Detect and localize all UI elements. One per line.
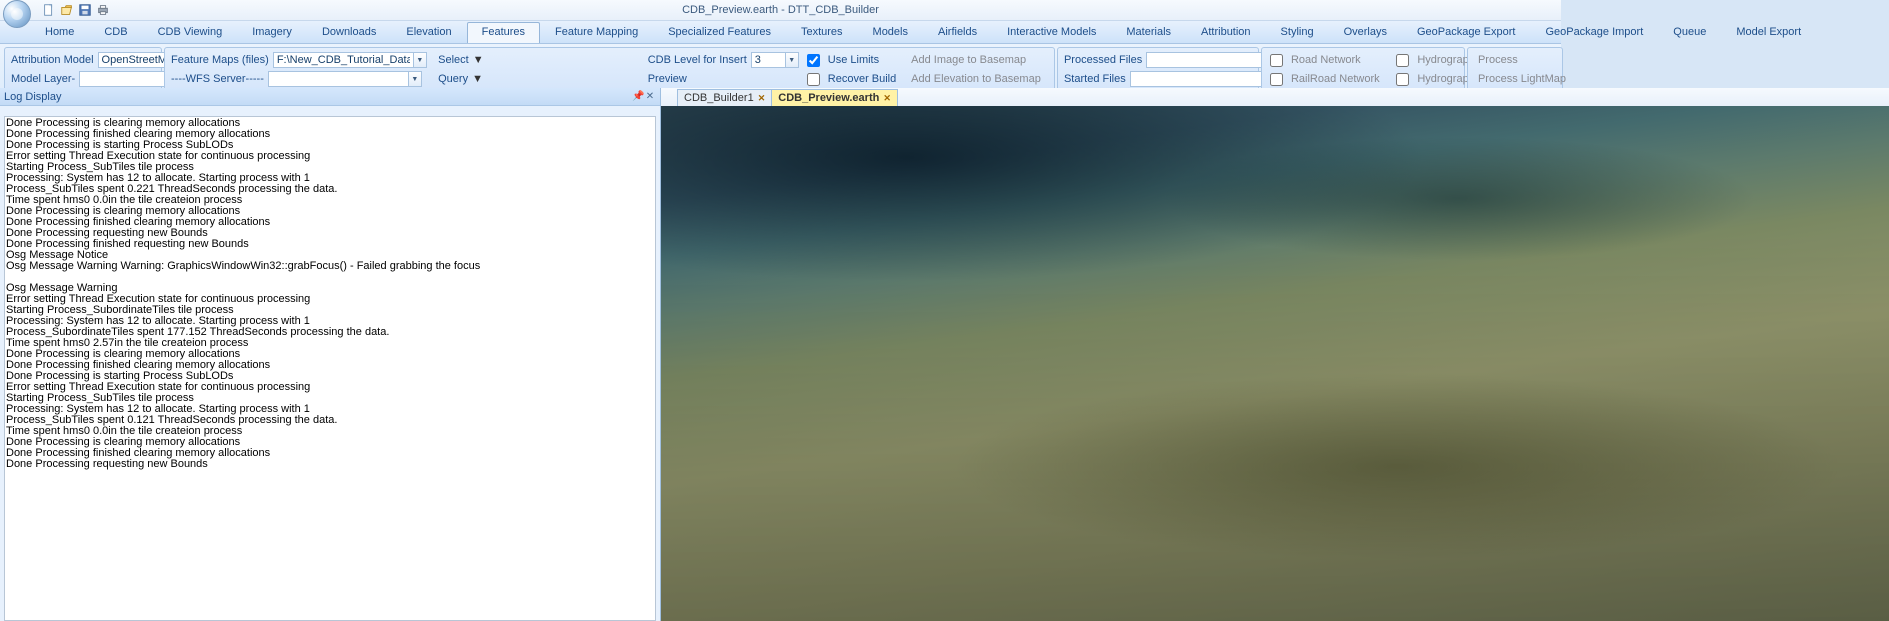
dropdown-icon[interactable]: ▼ — [785, 52, 799, 68]
tab-geopackage-import[interactable]: GeoPackage Import — [1530, 22, 1658, 43]
hydrography-area-checkbox[interactable] — [1396, 73, 1409, 86]
tab-cdb[interactable]: CDB — [89, 22, 142, 43]
lbl-use-limits: Use Limits — [826, 54, 881, 66]
tab-feature-mapping[interactable]: Feature Mapping — [540, 22, 653, 43]
feature-maps-files-combo[interactable] — [273, 52, 413, 68]
pin-icon[interactable]: 📌 — [632, 91, 644, 102]
dropdown-icon[interactable]: ▼ — [472, 73, 483, 85]
tab-specialized-features[interactable]: Specialized Features — [653, 22, 786, 43]
tab-downloads[interactable]: Downloads — [307, 22, 391, 43]
lbl-processed-files: Processed Files — [1062, 54, 1144, 66]
process-button-2[interactable]: Process — [1472, 51, 1572, 69]
print-icon[interactable] — [95, 2, 111, 18]
tab-queue[interactable]: Queue — [1658, 22, 1721, 43]
tab-model-export[interactable]: Model Export — [1721, 22, 1816, 43]
tab-textures[interactable]: Textures — [786, 22, 858, 43]
ribbon-tabs: HomeCDBCDB ViewingImageryDownloadsElevat… — [0, 21, 1561, 44]
lbl-attribution-model: Attribution Model — [9, 54, 96, 66]
3d-viewport[interactable] — [661, 106, 1889, 621]
lbl-wfs-server: ----WFS Server----- — [169, 73, 266, 85]
recover-build-checkbox[interactable] — [807, 73, 820, 86]
view-pane: CDB_Builder1✕CDB_Preview.earth✕ — [661, 88, 1889, 621]
add-image-basemap-button[interactable]: Add Image to Basemap — [905, 51, 1050, 69]
road-network-checkbox[interactable] — [1270, 54, 1283, 67]
quick-access-toolbar — [3, 0, 111, 24]
close-icon[interactable]: ✕ — [644, 91, 656, 102]
cdb-level-insert-combo[interactable] — [751, 52, 785, 68]
log-header: Log Display 📌 ✕ — [0, 88, 660, 106]
close-tab-icon[interactable]: ✕ — [758, 93, 766, 104]
tab-airfields[interactable]: Airfields — [923, 22, 992, 43]
tab-interactive-models[interactable]: Interactive Models — [992, 22, 1111, 43]
tab-attribution[interactable]: Attribution — [1186, 22, 1266, 43]
document-tab[interactable]: CDB_Preview.earth✕ — [771, 89, 898, 106]
save-icon[interactable] — [77, 2, 93, 18]
dropdown-icon[interactable]: ▼ — [408, 71, 422, 87]
log-title: Log Display — [4, 91, 632, 103]
tab-elevation[interactable]: Elevation — [391, 22, 466, 43]
dropdown-icon[interactable]: ▼ — [413, 52, 427, 68]
log-text-area[interactable]: Done Processing is clearing memory alloc… — [4, 116, 656, 621]
lbl-select[interactable]: Select — [436, 54, 471, 66]
document-tabs: CDB_Builder1✕CDB_Preview.earth✕ — [661, 88, 1889, 106]
lbl-cdb-level: CDB Level for Insert — [646, 54, 749, 66]
close-tab-icon[interactable]: ✕ — [883, 93, 891, 104]
new-icon[interactable] — [41, 2, 57, 18]
log-display-pane: Log Display 📌 ✕ Done Processing is clear… — [0, 88, 661, 621]
tab-models[interactable]: Models — [858, 22, 923, 43]
tab-cdb-viewing[interactable]: CDB Viewing — [143, 22, 238, 43]
open-icon[interactable] — [59, 2, 75, 18]
lbl-query[interactable]: Query — [436, 73, 470, 85]
tab-features[interactable]: Features — [467, 22, 540, 43]
wfs-server-combo[interactable] — [268, 71, 408, 87]
use-limits-checkbox[interactable] — [807, 54, 820, 67]
railroad-network-checkbox[interactable] — [1270, 73, 1283, 86]
app-title: CDB_Preview.earth - DTT_CDB_Builder — [682, 4, 879, 16]
app-menu-orb[interactable] — [3, 0, 31, 28]
tab-overlays[interactable]: Overlays — [1329, 22, 1402, 43]
title-bar: CDB_Preview.earth - DTT_CDB_Builder — [0, 0, 1561, 21]
lbl-feature-maps: Feature Maps (files) — [169, 54, 271, 66]
hydrography-network-checkbox[interactable] — [1396, 54, 1409, 67]
tab-imagery[interactable]: Imagery — [237, 22, 307, 43]
content-area: Log Display 📌 ✕ Done Processing is clear… — [0, 88, 1889, 621]
lbl-model-layer: Model Layer- — [9, 73, 77, 85]
tab-materials[interactable]: Materials — [1111, 22, 1186, 43]
lbl-recover-build: Recover Build — [826, 73, 898, 85]
lbl-preview[interactable]: Preview — [646, 73, 689, 85]
tab-home[interactable]: Home — [30, 22, 89, 43]
process-lightmap-button[interactable]: Process LightMap — [1472, 70, 1572, 88]
dropdown-icon[interactable]: ▼ — [473, 54, 484, 66]
add-elevation-basemap-button[interactable]: Add Elevation to Basemap — [905, 70, 1050, 88]
lbl-started-files: Started Files — [1062, 73, 1128, 85]
document-tab[interactable]: CDB_Builder1✕ — [677, 89, 772, 106]
tab-styling[interactable]: Styling — [1266, 22, 1329, 43]
tab-geopackage-export[interactable]: GeoPackage Export — [1402, 22, 1530, 43]
